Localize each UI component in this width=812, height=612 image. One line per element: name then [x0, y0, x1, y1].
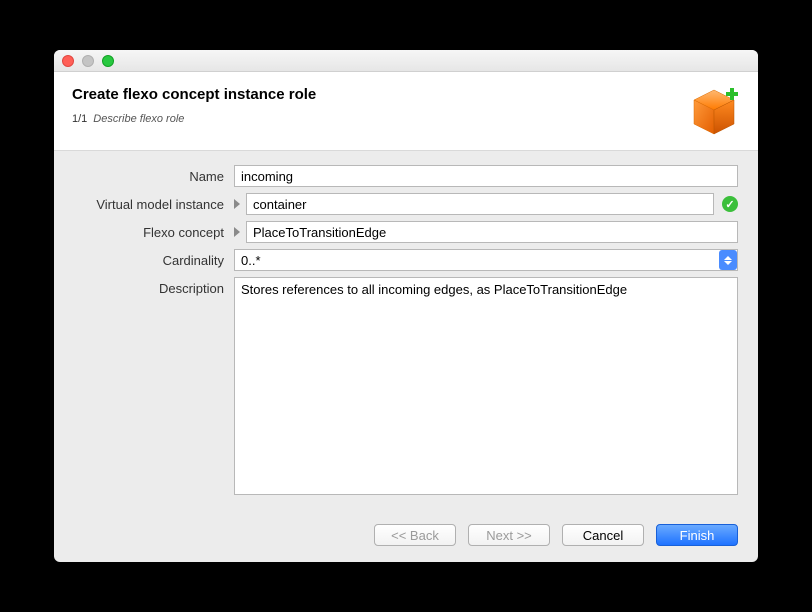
zoom-icon[interactable] — [102, 55, 114, 67]
close-icon[interactable] — [62, 55, 74, 67]
concept-input[interactable] — [246, 221, 738, 243]
cardinality-label: Cardinality — [74, 249, 234, 268]
cardinality-value: 0..* — [241, 253, 261, 268]
button-bar: << Back Next >> Cancel Finish — [54, 514, 758, 562]
next-button[interactable]: Next >> — [468, 524, 550, 546]
name-input[interactable] — [234, 165, 738, 187]
vmi-input[interactable] — [246, 193, 714, 215]
cube-plus-icon — [688, 86, 740, 138]
concept-label: Flexo concept — [74, 221, 234, 240]
step-count: 1/1 — [72, 113, 87, 125]
back-button[interactable]: << Back — [374, 524, 456, 546]
name-label: Name — [74, 165, 234, 184]
cardinality-select[interactable]: 0..* — [234, 249, 738, 271]
cancel-button[interactable]: Cancel — [562, 524, 644, 546]
minimize-icon — [82, 55, 94, 67]
wizard-header: Create flexo concept instance role 1/1 D… — [54, 72, 758, 151]
dialog-window: Create flexo concept instance role 1/1 D… — [54, 50, 758, 562]
select-arrows-icon — [719, 250, 737, 270]
form: Name Virtual model instance ✓ Flexo conc… — [54, 151, 758, 514]
page-title: Create flexo concept instance role — [72, 86, 316, 103]
titlebar — [54, 50, 758, 72]
chevron-right-icon[interactable] — [234, 227, 240, 237]
step-description: Describe flexo role — [93, 113, 184, 125]
description-textarea[interactable] — [234, 277, 738, 495]
vmi-label: Virtual model instance — [74, 193, 234, 212]
finish-button[interactable]: Finish — [656, 524, 738, 546]
chevron-right-icon[interactable] — [234, 199, 240, 209]
description-label: Description — [74, 277, 234, 296]
valid-check-icon: ✓ — [722, 196, 738, 212]
step-indicator: 1/1 Describe flexo role — [72, 113, 316, 125]
